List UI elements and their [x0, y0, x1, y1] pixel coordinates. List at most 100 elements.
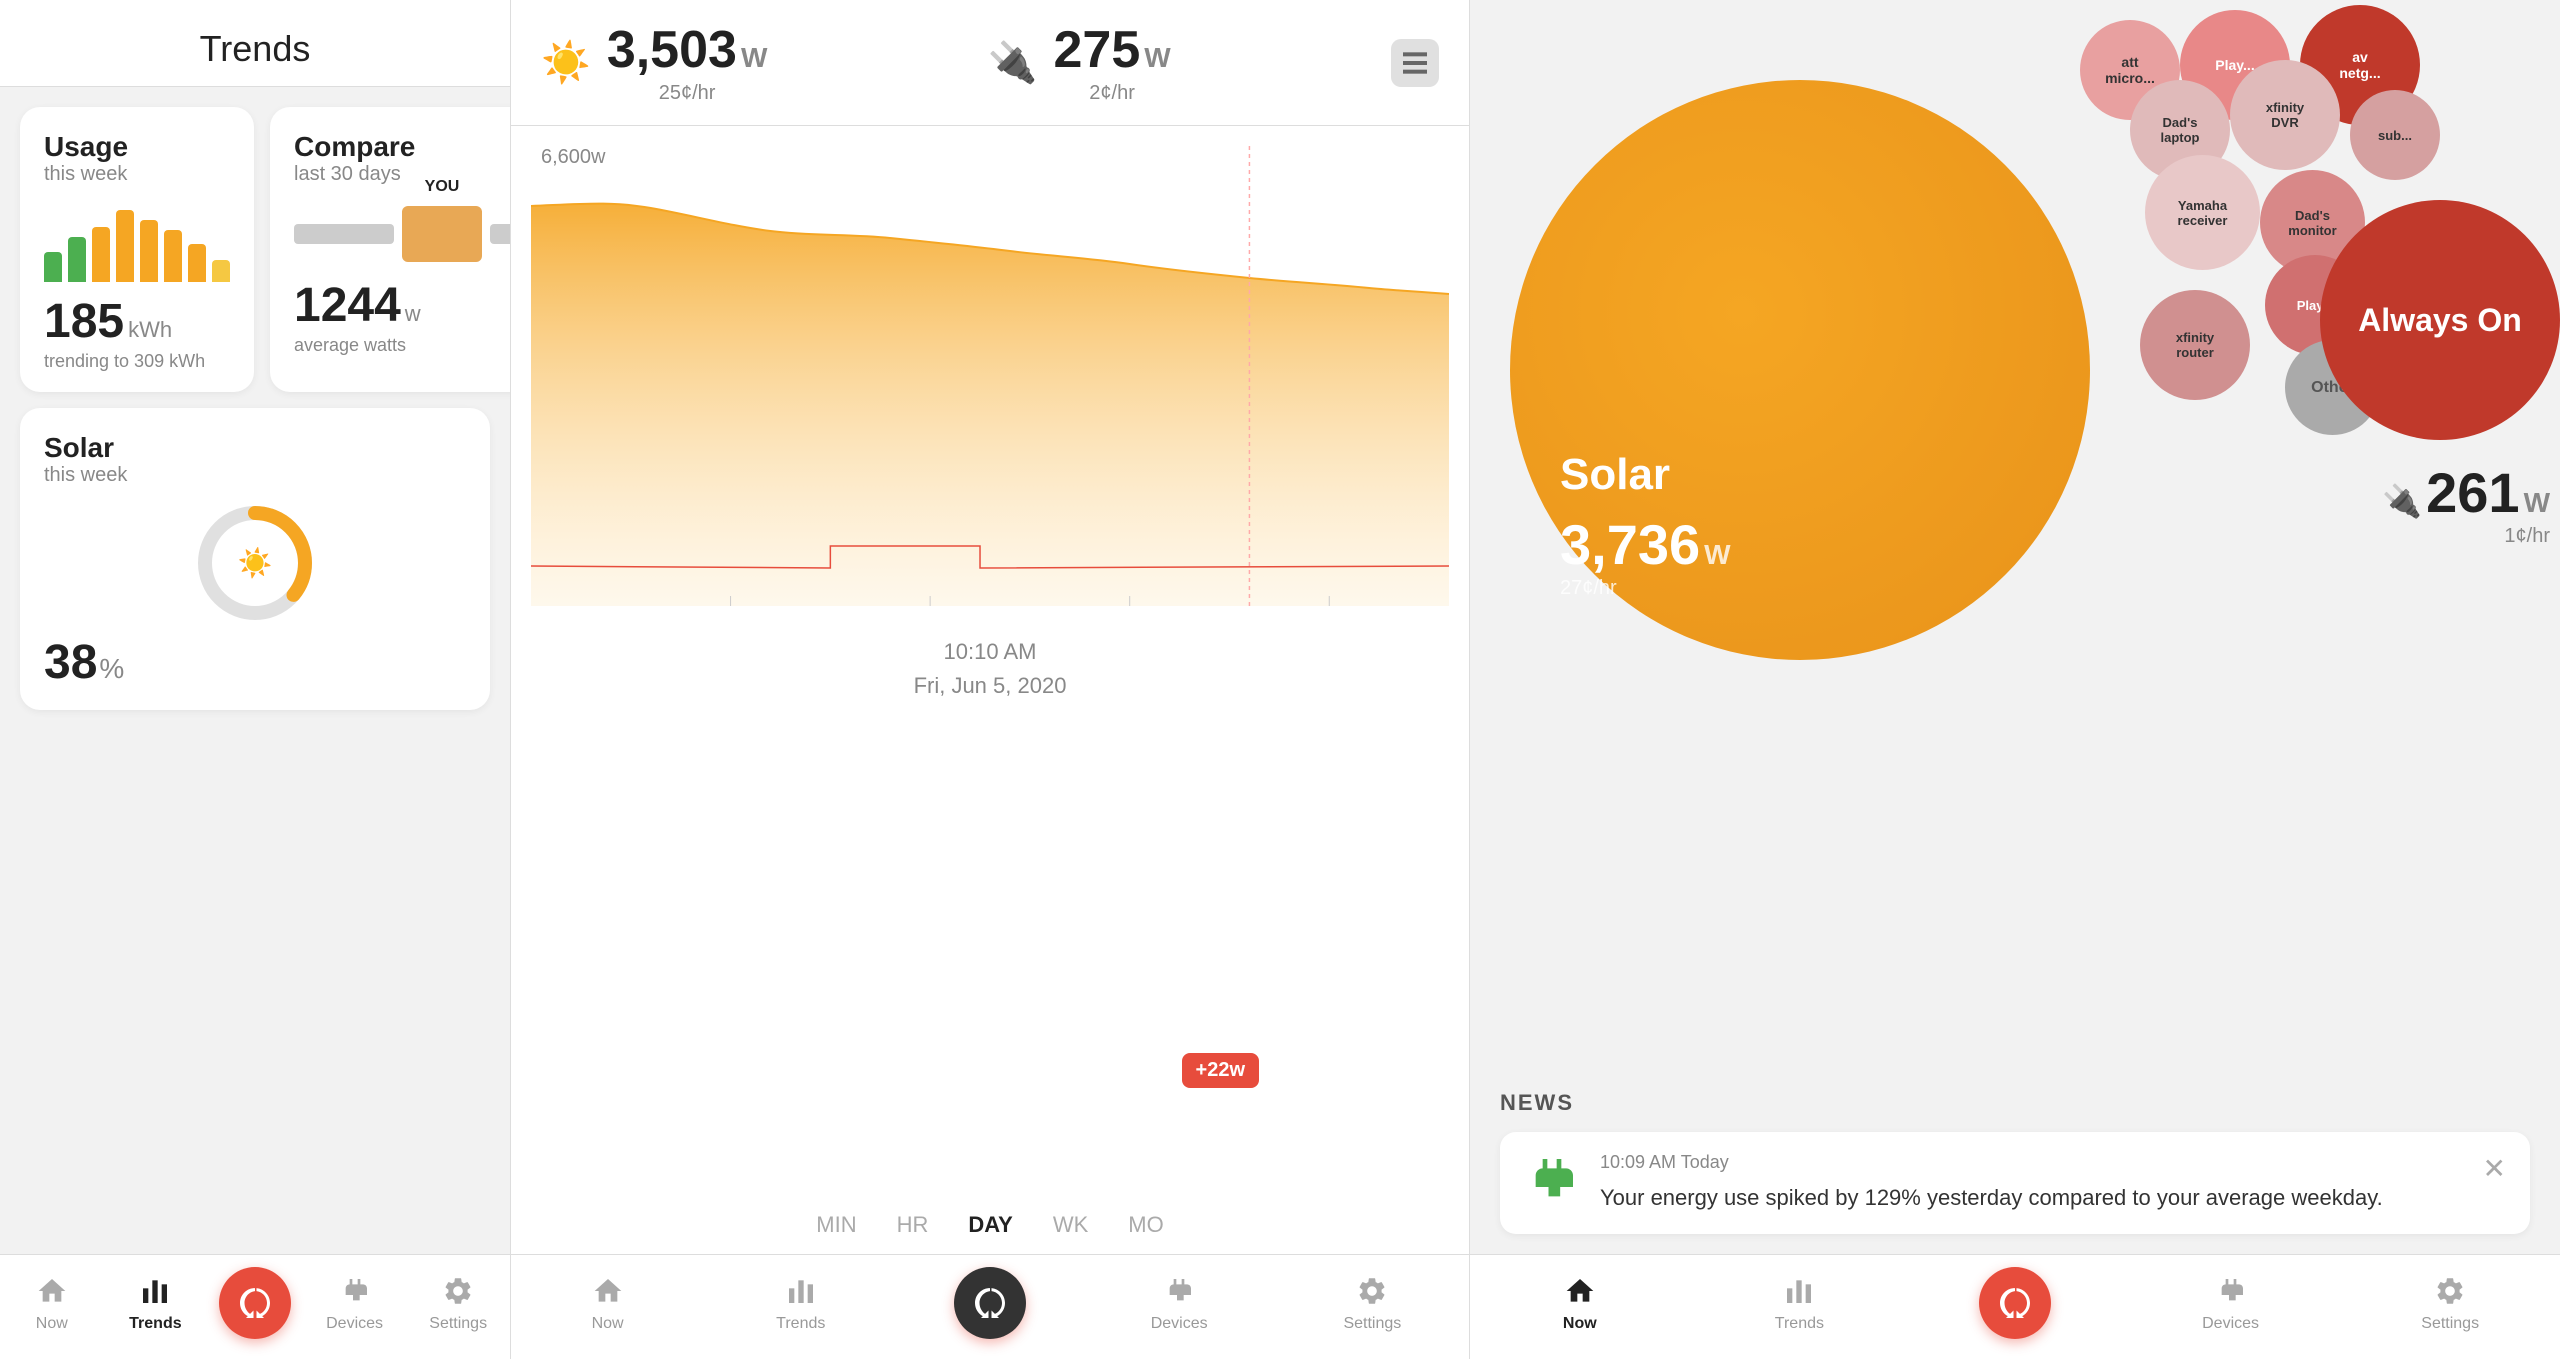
solar-emoji-middle: ☀️	[541, 39, 591, 86]
solar-unit-middle: W	[741, 42, 767, 74]
solar-title: Solar	[44, 432, 466, 464]
compare-bar-container: YOU	[294, 206, 510, 262]
compare-subtitle: last 30 days	[294, 163, 510, 186]
news-text: Your energy use spiked by 129% yesterday…	[1600, 1181, 2463, 1214]
time-range-min[interactable]: MIN	[816, 1212, 856, 1238]
nav-devices-right[interactable]: Devices	[2191, 1273, 2271, 1333]
donut-center: ☀️	[238, 547, 273, 580]
nav-settings-label-middle: Settings	[1343, 1315, 1401, 1333]
readout-rate: 1¢/hr	[2504, 525, 2550, 548]
nav-settings-label-left: Settings	[429, 1315, 487, 1333]
nav-settings-left[interactable]: Settings	[418, 1273, 498, 1333]
always-on-readout: 🔌 261 W 1¢/hr	[2382, 460, 2550, 548]
fab-middle[interactable]	[954, 1267, 1026, 1339]
news-card: 10:09 AM Today Your energy use spiked by…	[1500, 1132, 2530, 1234]
home-icon-middle	[590, 1273, 626, 1309]
bar-5	[140, 220, 158, 282]
nav-trends-right[interactable]: Trends	[1759, 1273, 1839, 1333]
news-time: 10:09 AM Today	[1600, 1152, 2463, 1173]
solar-donut: ☀️	[44, 503, 466, 623]
time-range-wk[interactable]: WK	[1053, 1212, 1088, 1238]
solar-rate-middle: 25¢/hr	[607, 82, 768, 105]
nav-now-right[interactable]: Now	[1540, 1273, 1620, 1333]
grid-reading: 🔌 275 W 2¢/hr	[988, 20, 1171, 105]
bar-6	[164, 230, 182, 282]
fab-left[interactable]	[219, 1267, 291, 1339]
solar-subtitle: this week	[44, 464, 466, 487]
header-menu-icon[interactable]	[1391, 39, 1439, 87]
middle-panel: ☀️ 3,503 W 25¢/hr 🔌 275 W 2¢/hr	[510, 0, 1470, 1359]
nav-trends-label-right: Trends	[1775, 1315, 1824, 1333]
time-range-day[interactable]: DAY	[968, 1212, 1012, 1238]
grid-power-display: 275 W 2¢/hr	[1054, 20, 1171, 105]
nav-now-label-right: Now	[1563, 1315, 1597, 1333]
fab-right[interactable]	[1979, 1267, 2051, 1339]
compare-bar-left	[294, 224, 394, 244]
solar-power-display: 3,503 W 25¢/hr	[607, 20, 768, 105]
compare-label: average watts	[294, 335, 510, 356]
gear-icon-left	[440, 1273, 476, 1309]
bar-4	[116, 210, 134, 282]
bar-chart-icon-left	[137, 1273, 173, 1309]
time-range-nav: MIN HR DAY WK MO	[511, 1198, 1469, 1254]
solar-bubble[interactable]: Solar 3,736 W 27¢/hr	[1510, 80, 2090, 660]
bubble-yamaha[interactable]: Yamahareceiver	[2145, 155, 2260, 270]
chart-y-label: 6,600w	[541, 146, 606, 169]
usage-trend: trending to 309 kWh	[44, 351, 230, 372]
left-panel-title: Trends	[0, 0, 510, 87]
bubble-sub[interactable]: sub...	[2350, 90, 2440, 180]
readout-watts-value: 261	[2426, 460, 2519, 525]
bubble-area: Solar 3,736 W 27¢/hr attmicro... Play...…	[1470, 0, 2560, 1070]
nav-settings-right[interactable]: Settings	[2410, 1273, 2490, 1333]
solar-card[interactable]: Solar this week ☀️ 38 %	[20, 408, 490, 710]
solar-percent: 38	[44, 635, 97, 690]
nav-trends-middle[interactable]: Trends	[761, 1273, 841, 1333]
bar-3	[92, 227, 110, 282]
left-panel: Trends Usage this week 185	[0, 0, 510, 1359]
nav-devices-label-right: Devices	[2202, 1315, 2259, 1333]
compare-card[interactable]: Compare last 30 days YOU 1244 w average …	[270, 107, 510, 392]
bar-8	[212, 260, 230, 282]
readout-watts: 🔌 261 W	[2382, 460, 2550, 525]
news-section: NEWS 10:09 AM Today Your energy use spik…	[1470, 1070, 2560, 1254]
nav-now-left[interactable]: Now	[12, 1273, 92, 1333]
chart-badge: +22w	[1182, 1053, 1259, 1088]
solar-bubble-unit: W	[1704, 539, 1730, 571]
right-bottom-nav: Now Trends Devices Settings	[1470, 1254, 2560, 1359]
chart-fill	[531, 204, 1449, 606]
plug-icon-right	[2213, 1273, 2249, 1309]
solar-bubble-watts: 3,736	[1560, 512, 1700, 577]
time-range-hr[interactable]: HR	[897, 1212, 929, 1238]
bubble-xfinity-router[interactable]: xfinityrouter	[2140, 290, 2250, 400]
readout-plug-emoji: 🔌	[2382, 482, 2422, 520]
nav-devices-middle[interactable]: Devices	[1139, 1273, 1219, 1333]
nav-settings-middle[interactable]: Settings	[1332, 1273, 1412, 1333]
bar-chart-icon-middle	[783, 1273, 819, 1309]
plug-icon-middle	[1161, 1273, 1197, 1309]
solar-reading: ☀️ 3,503 W 25¢/hr	[541, 20, 767, 105]
nav-settings-label-right: Settings	[2421, 1315, 2479, 1333]
middle-header: ☀️ 3,503 W 25¢/hr 🔌 275 W 2¢/hr	[511, 0, 1469, 126]
chart-time-label: 10:10 AM	[531, 631, 1449, 673]
compare-unit: w	[405, 301, 421, 327]
nav-devices-left[interactable]: Devices	[315, 1273, 395, 1333]
donut-wrapper: ☀️	[195, 503, 315, 623]
nav-trends-left[interactable]: Trends	[115, 1273, 195, 1333]
usage-card[interactable]: Usage this week 185 kWh trending to 309	[20, 107, 254, 392]
bubble-xfinity-dvr[interactable]: xfinityDVR	[2230, 60, 2340, 170]
usage-unit: kWh	[128, 317, 172, 343]
plug-emoji-middle: 🔌	[988, 39, 1038, 86]
time-range-mo[interactable]: MO	[1128, 1212, 1163, 1238]
always-on-bubble[interactable]: Always On	[2320, 200, 2560, 440]
grid-rate-middle: 2¢/hr	[1054, 82, 1171, 105]
nav-devices-label-left: Devices	[326, 1315, 383, 1333]
plug-icon-left	[337, 1273, 373, 1309]
news-close-button[interactable]: ✕	[2483, 1152, 2506, 1185]
news-content: 10:09 AM Today Your energy use spiked by…	[1600, 1152, 2463, 1214]
middle-bottom-nav: Now Trends Devices Settings	[511, 1254, 1469, 1359]
grid-power-main: 275 W	[1054, 20, 1171, 80]
chart-date-label: Fri, Jun 5, 2020	[531, 673, 1449, 711]
chart-area: 6,600w +22w 10:10 AM Fri, Ju	[511, 126, 1469, 1198]
nav-now-middle[interactable]: Now	[568, 1273, 648, 1333]
bar-chart-icon-right	[1781, 1273, 1817, 1309]
